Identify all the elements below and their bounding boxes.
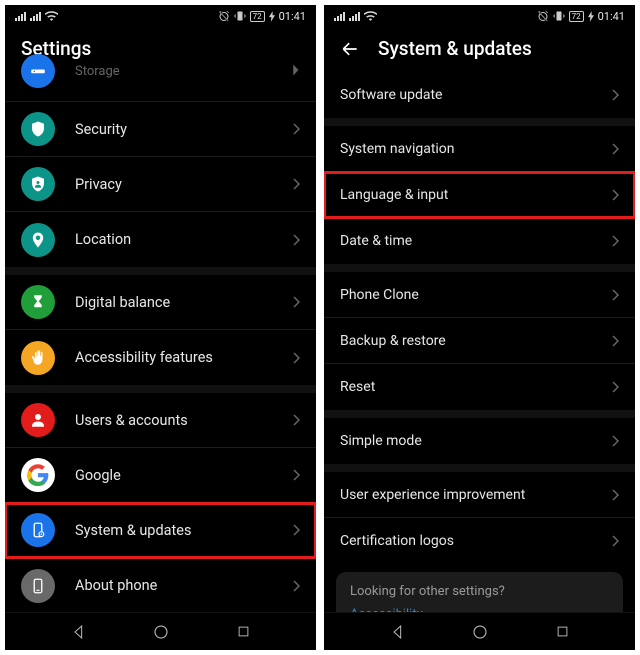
settings-item-google[interactable]: Google <box>5 448 316 503</box>
item-date-time[interactable]: Date & time <box>324 218 635 264</box>
phone-gear-icon <box>29 521 47 539</box>
chevron-right-icon <box>611 143 619 155</box>
chevron-right-icon <box>611 235 619 247</box>
alarm-off-icon <box>218 10 230 22</box>
item-cert-logos[interactable]: Certification logos <box>324 518 635 564</box>
chevron-right-icon <box>292 469 300 481</box>
chevron-right-icon <box>292 414 300 426</box>
location-label: Location <box>75 231 292 248</box>
settings-item-digital-balance[interactable]: Digital balance <box>5 275 316 330</box>
wifi-icon <box>45 11 58 21</box>
battery-icon: 72 <box>569 11 584 22</box>
system-updates-list[interactable]: Software update System navigation Langua… <box>324 72 635 650</box>
phone-screenshot-left: 72 01:41 Settings Storage Security <box>5 5 316 650</box>
about-label: About phone <box>75 577 292 594</box>
chevron-right-icon <box>611 489 619 501</box>
storage-label: Storage <box>75 64 292 79</box>
chevron-right-icon <box>611 89 619 101</box>
users-label: Users & accounts <box>75 412 292 429</box>
nav-recent-icon[interactable] <box>555 624 570 639</box>
chevron-right-icon <box>292 524 300 536</box>
chevron-right-icon <box>611 435 619 447</box>
chevron-right-icon <box>611 289 619 301</box>
google-label: Google <box>75 467 292 484</box>
chevron-right-icon <box>292 123 300 135</box>
hand-icon <box>29 349 47 367</box>
item-simple-mode[interactable]: Simple mode <box>324 418 635 464</box>
chevron-right-icon <box>611 535 619 547</box>
chevron-right-icon <box>292 178 300 190</box>
chevron-right-icon <box>611 335 619 347</box>
security-label: Security <box>75 121 292 138</box>
system-updates-label: System & updates <box>75 522 292 539</box>
wifi-icon <box>364 11 377 21</box>
settings-item-storage[interactable]: Storage <box>5 72 316 102</box>
settings-item-location[interactable]: Location <box>5 212 316 267</box>
chevron-right-icon <box>292 234 300 246</box>
clock-text: 01:41 <box>598 10 625 23</box>
signal-icon <box>334 11 345 21</box>
nav-recent-icon[interactable] <box>236 624 251 639</box>
status-bar: 72 01:41 <box>324 5 635 27</box>
user-icon <box>29 411 47 429</box>
storage-icon <box>29 62 47 80</box>
card-question: Looking for other settings? <box>350 584 609 599</box>
vibrate-icon <box>553 10 565 22</box>
privacy-shield-icon <box>29 175 47 193</box>
settings-item-accessibility[interactable]: Accessibility features <box>5 330 316 385</box>
page-title: Settings <box>21 37 300 60</box>
phone-screenshot-right: 72 01:41 System & updates Software updat… <box>324 5 635 650</box>
clock-text: 01:41 <box>279 10 306 23</box>
nav-bar <box>5 612 316 650</box>
chevron-right-icon <box>292 352 300 364</box>
item-phone-clone[interactable]: Phone Clone <box>324 272 635 318</box>
settings-list[interactable]: Storage Security Privacy <box>5 72 316 613</box>
page-title: System & updates <box>378 37 532 60</box>
nav-home-icon[interactable] <box>152 623 170 641</box>
battery-icon: 72 <box>250 11 265 22</box>
settings-item-privacy[interactable]: Privacy <box>5 157 316 212</box>
chevron-right-icon <box>611 189 619 201</box>
digital-balance-label: Digital balance <box>75 294 292 311</box>
item-ux-improvement[interactable]: User experience improvement <box>324 472 635 518</box>
chevron-right-icon <box>292 580 300 592</box>
chevron-right-icon <box>292 64 300 76</box>
chevron-right-icon <box>292 296 300 308</box>
item-software-update[interactable]: Software update <box>324 72 635 118</box>
nav-back-icon[interactable] <box>390 624 406 640</box>
signal-icon <box>349 11 360 21</box>
signal-icon <box>15 11 26 21</box>
chevron-right-icon <box>611 381 619 393</box>
item-system-navigation[interactable]: System navigation <box>324 126 635 172</box>
shield-check-icon <box>29 120 47 138</box>
nav-bar <box>324 612 635 650</box>
settings-item-about[interactable]: About phone <box>5 558 316 613</box>
vibrate-icon <box>234 10 246 22</box>
settings-item-security[interactable]: Security <box>5 102 316 157</box>
status-bar: 72 01:41 <box>5 5 316 27</box>
hourglass-icon <box>29 293 47 311</box>
nav-home-icon[interactable] <box>471 623 489 641</box>
item-language-input[interactable]: Language & input <box>324 172 635 218</box>
nav-back-icon[interactable] <box>71 624 87 640</box>
item-reset[interactable]: Reset <box>324 364 635 410</box>
alarm-off-icon <box>537 10 549 22</box>
bolt-icon <box>588 11 594 22</box>
google-logo-icon <box>27 464 49 486</box>
back-arrow-icon[interactable] <box>340 39 360 59</box>
pin-icon <box>29 231 47 249</box>
settings-item-system-updates[interactable]: System & updates <box>5 503 316 558</box>
signal-icon <box>30 11 41 21</box>
bolt-icon <box>269 11 275 22</box>
privacy-label: Privacy <box>75 176 292 193</box>
settings-item-users[interactable]: Users & accounts <box>5 393 316 448</box>
item-backup-restore[interactable]: Backup & restore <box>324 318 635 364</box>
accessibility-label: Accessibility features <box>75 349 292 366</box>
phone-icon <box>29 577 47 595</box>
page-title-row: System & updates <box>324 27 635 72</box>
